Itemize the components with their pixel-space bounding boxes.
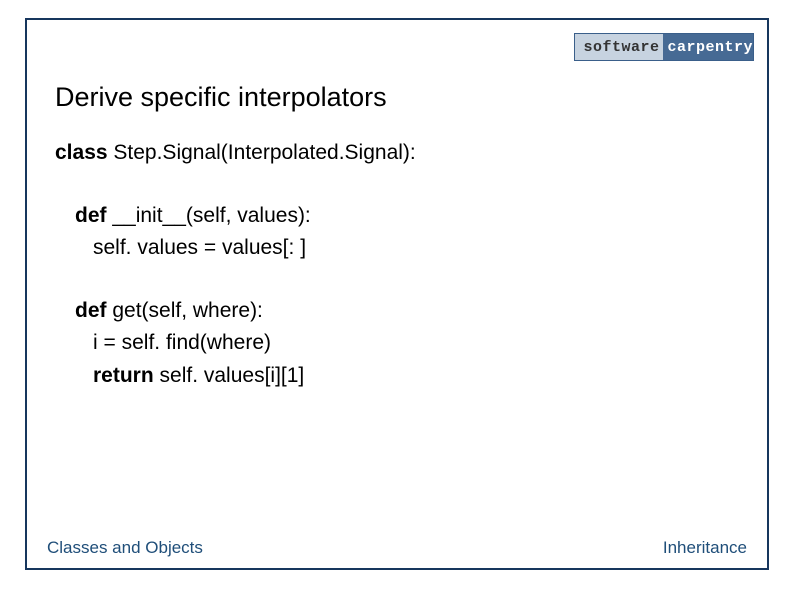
class-signature: Step.Signal(Interpolated.Signal): — [108, 141, 416, 164]
slide-frame: software carpentry Derive specific inter… — [25, 18, 769, 570]
slide-content: Derive specific interpolators class Step… — [55, 82, 739, 392]
get-body-line1: i = self. find(where) — [55, 327, 739, 360]
class-keyword: class — [55, 141, 108, 164]
code-block: class Step.Signal(Interpolated.Signal): … — [55, 137, 739, 392]
init-def: def __init__(self, values): — [55, 200, 739, 233]
get-signature: get(self, where): — [107, 299, 263, 322]
slide-title: Derive specific interpolators — [55, 82, 739, 113]
return-keyword: return — [93, 364, 154, 387]
def-keyword-2: def — [75, 299, 107, 322]
get-def: def get(self, where): — [55, 295, 739, 328]
footer-right: Inheritance — [663, 538, 747, 558]
return-expr: self. values[i][1] — [154, 364, 305, 387]
logo-right-text: carpentry — [663, 34, 753, 60]
def-keyword: def — [75, 204, 107, 227]
software-carpentry-logo: software carpentry — [574, 33, 754, 61]
init-body: self. values = values[: ] — [55, 232, 739, 265]
footer-left: Classes and Objects — [47, 538, 203, 558]
init-signature: __init__(self, values): — [107, 204, 311, 227]
class-declaration: class Step.Signal(Interpolated.Signal): — [55, 137, 739, 170]
get-return: return self. values[i][1] — [55, 360, 739, 393]
logo-left-text: software — [575, 34, 663, 60]
